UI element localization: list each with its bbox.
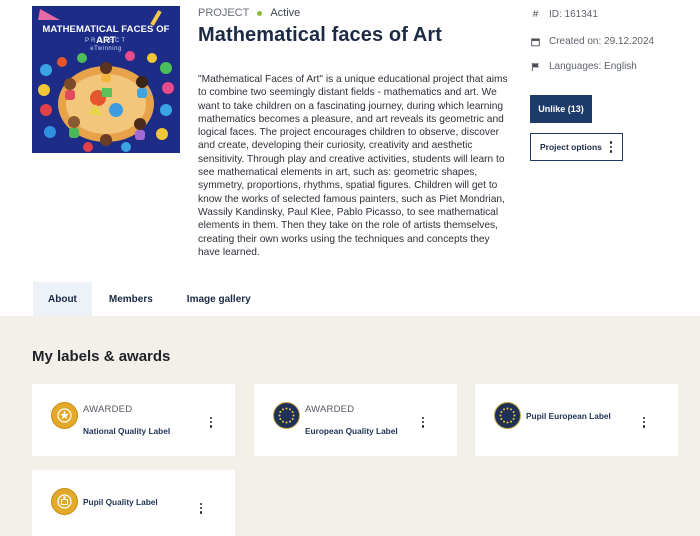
project-created: Created on: 29.12.2024 <box>531 36 654 47</box>
eu-stars-badge-icon <box>494 402 521 429</box>
card-menu-button[interactable] <box>210 406 213 428</box>
unlike-button[interactable]: Unlike (13) <box>530 95 592 123</box>
tab-members[interactable]: Members <box>92 282 170 316</box>
more-vertical-icon <box>200 502 203 514</box>
more-vertical-icon <box>422 416 425 428</box>
project-options-label: Project options <box>540 142 602 152</box>
label-card-pupil-european: Pupil European Label <box>475 384 678 456</box>
project-options-button[interactable]: Project options <box>530 133 623 161</box>
eu-stars-badge-icon <box>273 402 300 429</box>
card-label-name: Pupil Quality Label <box>83 497 158 507</box>
project-created-text: Created on: 29.12.2024 <box>549 36 655 47</box>
project-id-text: ID: 161341 <box>549 9 598 20</box>
project-languages: Languages: English <box>531 61 637 72</box>
card-label-name: European Quality Label <box>305 426 398 436</box>
tab-image-gallery[interactable]: Image gallery <box>170 282 268 316</box>
card-menu-button[interactable] <box>422 406 425 428</box>
project-languages-text: Languages: English <box>549 61 637 72</box>
card-overline: AWARDED <box>83 404 133 415</box>
cover-etwinning: eTwinning <box>90 46 122 52</box>
flag-icon <box>531 61 540 72</box>
status-dot-icon <box>257 10 263 16</box>
card-menu-button[interactable] <box>200 492 203 514</box>
project-kicker: PROJECT Active <box>198 7 300 19</box>
project-tabs: About Members Image gallery <box>33 282 268 316</box>
page-title: Mathematical faces of Art <box>198 24 443 46</box>
project-cover-image: MATHEMATICAL FACES OF ART PROJECT eTwinn… <box>32 6 180 153</box>
more-vertical-icon <box>210 416 213 428</box>
label-card-pupil-quality: Pupil Quality Label <box>32 470 235 536</box>
cover-subtitle: PROJECT <box>84 38 127 44</box>
card-menu-button[interactable] <box>643 406 646 428</box>
project-status: Active <box>270 7 301 19</box>
project-description: "Mathematical Faces of Art" is a unique … <box>198 74 508 258</box>
label-card-european-quality: AWARDED European Quality Label <box>254 384 457 456</box>
hash-icon: # <box>532 9 539 20</box>
labels-awards-section: My labels & awards AWARDED National Qual… <box>0 316 700 536</box>
gold-star-badge-icon <box>51 402 78 429</box>
project-id: # ID: 161341 <box>531 9 598 20</box>
label-card-national-quality: AWARDED National Quality Label <box>32 384 235 456</box>
more-vertical-icon <box>609 141 612 153</box>
project-type-label: PROJECT <box>198 7 250 19</box>
card-overline: AWARDED <box>305 404 355 415</box>
gold-pupil-badge-icon <box>51 488 78 515</box>
card-label-name: National Quality Label <box>83 426 171 436</box>
calendar-icon <box>531 36 540 47</box>
project-header: MATHEMATICAL FACES OF ART PROJECT eTwinn… <box>0 0 700 282</box>
section-heading: My labels & awards <box>32 348 171 365</box>
tab-about[interactable]: About <box>33 282 92 316</box>
more-vertical-icon <box>643 416 646 428</box>
card-label-name: Pupil European Label <box>526 411 611 421</box>
